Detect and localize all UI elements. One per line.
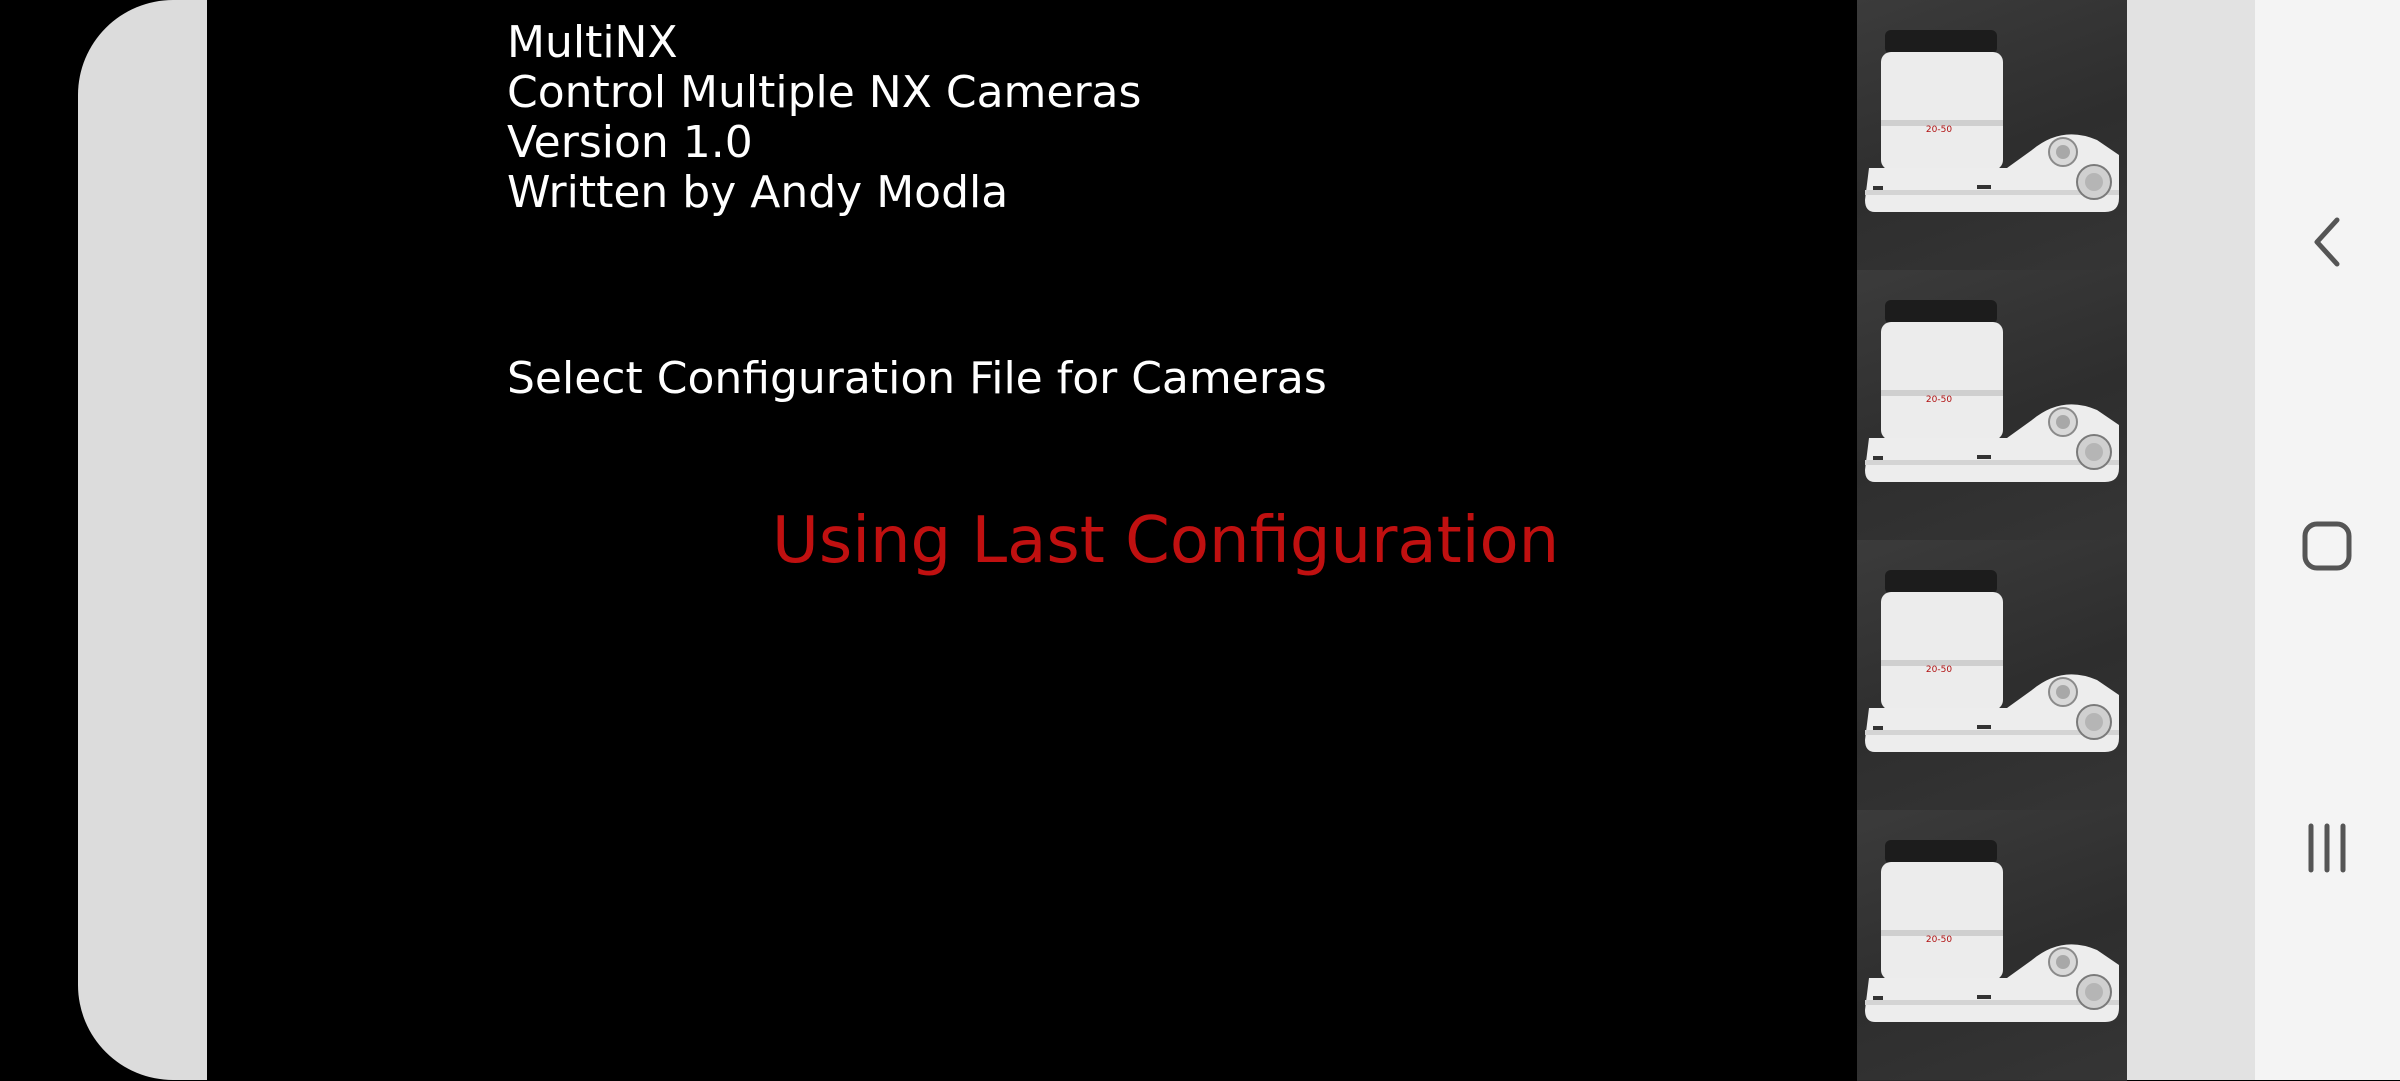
lens-label: 20-50 <box>1926 395 1952 405</box>
camera-tile[interactable]: 20-50 <box>1857 540 2127 811</box>
chevron-left-icon <box>2314 217 2340 267</box>
camera-image: 20-50 <box>1865 30 2119 212</box>
right-bezel-gap <box>2127 0 2255 1080</box>
lens-label: 20-50 <box>1926 935 1952 945</box>
navigation-bar <box>2255 0 2400 1080</box>
back-button[interactable] <box>2295 210 2359 274</box>
recents-button[interactable] <box>2295 816 2359 880</box>
app-author: Written by Andy Modla <box>507 167 1009 218</box>
three-bars-icon <box>2308 823 2346 873</box>
app-main-area: MultiNX Control Multiple NX Cameras Vers… <box>207 0 1857 1080</box>
camera-tile[interactable]: 20-50 <box>1857 0 2127 271</box>
lens-label: 20-50 <box>1926 125 1952 135</box>
camera-tile[interactable]: 20-50 <box>1857 810 2127 1081</box>
camera-tile[interactable]: 20-50 <box>1857 270 2127 541</box>
home-button[interactable] <box>2295 514 2359 578</box>
app-subtitle: Control Multiple NX Cameras <box>507 67 1142 118</box>
left-bezel <box>0 0 207 1080</box>
select-config-button[interactable]: Select Configuration File for Cameras <box>507 354 1327 404</box>
camera-image: 20-50 <box>1865 300 2119 482</box>
app-version: Version 1.0 <box>507 117 753 168</box>
left-bezel-curve <box>78 0 207 1080</box>
lens-label: 20-50 <box>1926 665 1952 675</box>
camera-strip: 20-50 20-50 20-50 20-50 <box>1857 0 2127 1081</box>
camera-image: 20-50 <box>1865 570 2119 752</box>
rounded-square-icon <box>2302 521 2352 571</box>
status-message: Using Last Configuration <box>772 504 1560 578</box>
app-title: MultiNX <box>507 17 678 68</box>
camera-image: 20-50 <box>1865 840 2119 1022</box>
app-info: MultiNX Control Multiple NX Cameras Vers… <box>507 18 1141 218</box>
